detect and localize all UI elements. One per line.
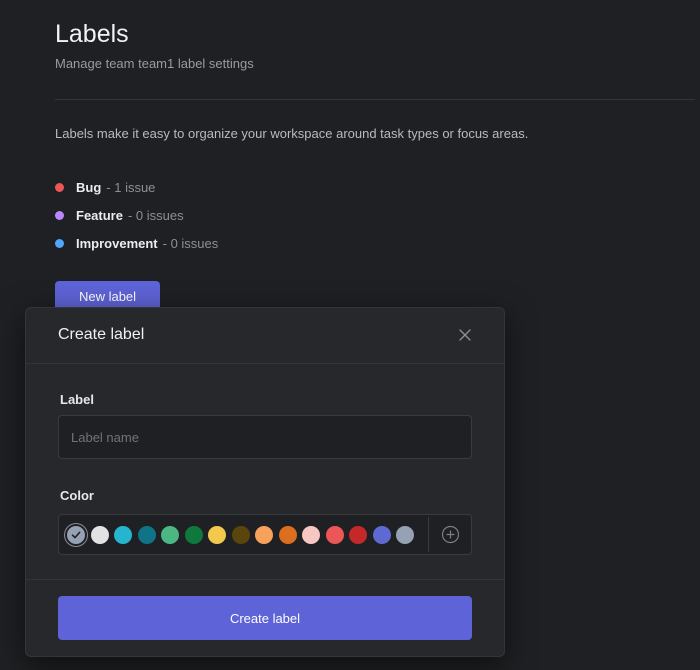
color-swatch-list	[67, 515, 420, 554]
color-swatch[interactable]	[255, 525, 273, 544]
label-issue-count: - 0 issues	[162, 235, 219, 251]
page-subtitle: Manage team team1 label settings	[55, 56, 254, 71]
color-swatch[interactable]	[67, 525, 85, 544]
label-name: Bug	[76, 179, 102, 195]
label-color-dot	[55, 210, 64, 220]
color-swatch[interactable]	[137, 525, 156, 544]
modal-header: Create label	[26, 308, 504, 364]
color-swatch[interactable]	[278, 525, 297, 544]
color-swatch[interactable]	[302, 525, 320, 544]
color-swatch[interactable]	[184, 525, 203, 544]
page-title: Labels	[55, 20, 129, 48]
label-color-dot	[55, 182, 64, 192]
color-swatch[interactable]	[349, 525, 367, 544]
labels-description: Labels make it easy to organize your wor…	[55, 126, 529, 141]
color-field-label: Color	[60, 488, 94, 503]
label-item-improvement[interactable]: Improvement - 0 issues	[55, 229, 218, 257]
create-label-modal: Create label Label Color Create label	[25, 307, 505, 657]
color-picker-separator	[428, 517, 429, 552]
label-item-bug[interactable]: Bug - 1 issue	[55, 173, 218, 201]
plus-circle-icon[interactable]	[441, 525, 460, 544]
label-name-input[interactable]	[58, 415, 472, 459]
color-swatch[interactable]	[231, 525, 250, 544]
label-item-feature[interactable]: Feature - 0 issues	[55, 201, 218, 229]
label-issue-count: - 1 issue	[106, 179, 156, 195]
label-list: Bug - 1 issue Feature - 0 issues Improve…	[55, 173, 218, 257]
divider	[55, 99, 695, 100]
color-swatch[interactable]	[208, 525, 226, 544]
color-swatch[interactable]	[161, 525, 179, 544]
label-field-label: Label	[60, 392, 94, 407]
label-color-dot	[55, 238, 64, 248]
check-icon	[71, 531, 81, 538]
create-label-button[interactable]: Create label	[58, 596, 472, 640]
color-swatch[interactable]	[396, 525, 414, 544]
close-icon[interactable]	[458, 328, 472, 342]
modal-title: Create label	[58, 326, 145, 343]
color-swatch[interactable]	[325, 525, 344, 544]
color-picker	[58, 514, 472, 555]
modal-footer-divider	[26, 579, 504, 580]
label-issue-count: - 0 issues	[127, 207, 184, 223]
color-swatch[interactable]	[372, 525, 391, 544]
color-swatch[interactable]	[114, 525, 132, 544]
color-swatch[interactable]	[90, 525, 109, 544]
label-name: Improvement	[76, 235, 158, 251]
label-name: Feature	[76, 207, 123, 223]
